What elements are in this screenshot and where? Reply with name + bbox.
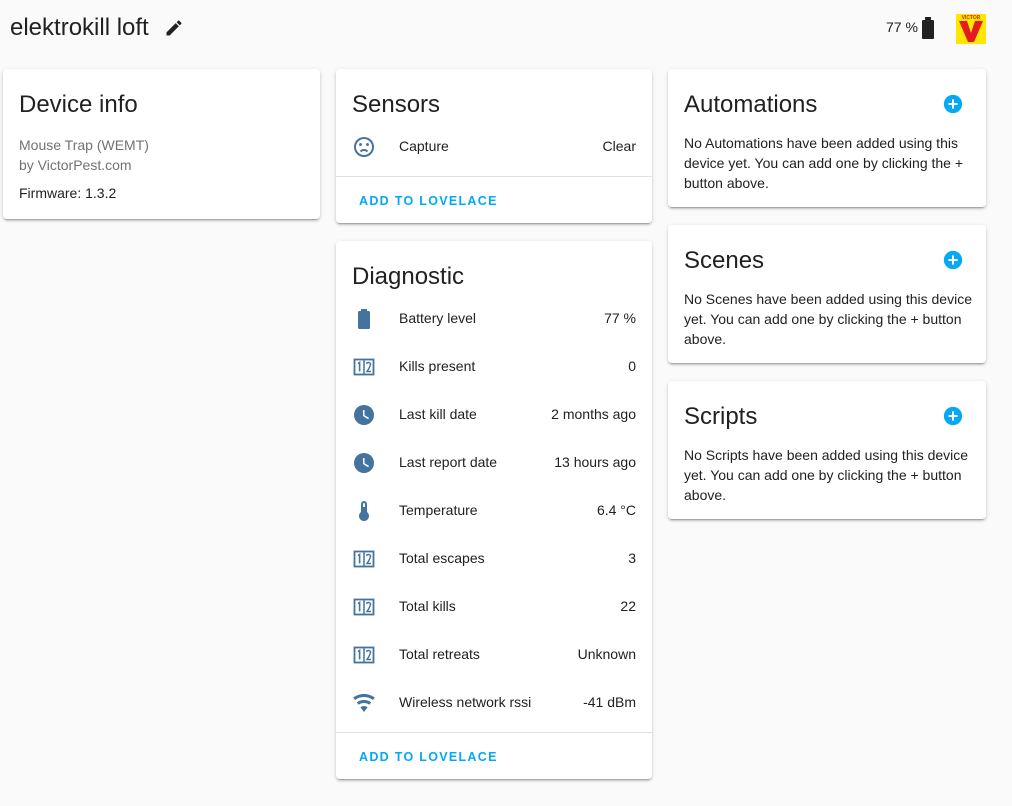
device-info-card: Device info Mouse Trap (WEMT) by VictorP… [3, 69, 320, 219]
diagnostic-value: -41 dBm [583, 694, 636, 710]
diagnostic-row-total-retreats[interactable]: Total retreats Unknown [336, 631, 652, 679]
clock-icon [354, 453, 374, 473]
diagnostic-card: Diagnostic Battery level 77 % Kills pres… [336, 241, 652, 779]
device-manufacturer: by VictorPest.com [19, 157, 132, 173]
numeric-icon [353, 598, 375, 616]
diagnostic-row-total-escapes[interactable]: Total escapes 3 [336, 535, 652, 583]
wifi-icon [353, 694, 375, 712]
diagnostic-row-last-kill-date[interactable]: Last kill date 2 months ago [336, 391, 652, 439]
diagnostic-label: Wireless network rssi [399, 694, 532, 710]
svg-text:VICTOR: VICTOR [962, 15, 981, 21]
clock-icon [354, 405, 374, 425]
thermometer-icon [359, 501, 369, 521]
scripts-title: Scripts [684, 403, 758, 430]
diagnostic-value: 3 [628, 550, 636, 566]
diagnostic-title: Diagnostic [352, 263, 465, 290]
automations-title: Automations [684, 91, 818, 118]
battery-icon [922, 17, 934, 39]
diagnostic-value: 22 [620, 598, 636, 614]
scenes-empty-text: No Scenes have been added using this dev… [684, 291, 972, 347]
sensors-card: Sensors Capture Clear ADD TO LOVELACE [336, 69, 652, 223]
sensor-value: Clear [602, 138, 636, 154]
scenes-title: Scenes [684, 247, 765, 274]
add-automation-icon[interactable] [942, 93, 964, 115]
sensors-title: Sensors [352, 91, 441, 118]
add-script-icon[interactable] [942, 405, 964, 427]
card-divider [336, 176, 652, 177]
diagnostic-row-wireless-rssi[interactable]: Wireless network rssi -41 dBm [336, 679, 652, 727]
automations-empty-text: No Automations have been added using thi… [684, 135, 964, 191]
diagnostic-row-last-report-date[interactable]: Last report date 13 hours ago [336, 439, 652, 487]
add-to-lovelace-button[interactable]: ADD TO LOVELACE [351, 190, 506, 212]
diagnostic-label: Total escapes [399, 550, 485, 566]
diagnostic-value: 6.4 °C [596, 502, 636, 518]
diagnostic-value: 77 % [604, 310, 636, 326]
diagnostic-value: 13 hours ago [554, 454, 636, 470]
page-title: elektrokill loft [10, 14, 149, 41]
diagnostic-label: Last kill date [399, 406, 477, 422]
diagnostic-label: Temperature [399, 502, 478, 518]
card-divider [336, 732, 652, 733]
diagnostic-row-temperature[interactable]: Temperature 6.4 °C [336, 487, 652, 535]
add-to-lovelace-button[interactable]: ADD TO LOVELACE [351, 746, 506, 768]
device-firmware: Firmware: 1.3.2 [19, 185, 117, 201]
numeric-icon [353, 646, 375, 664]
device-model: Mouse Trap (WEMT) [19, 137, 149, 153]
diagnostic-row-kills-present[interactable]: Kills present 0 [336, 343, 652, 391]
diagnostic-label: Last report date [399, 454, 498, 470]
automations-card: Automations No Automations have been add… [668, 69, 986, 207]
diagnostic-label: Total retreats [399, 646, 480, 662]
top-bar: elektrokill loft 77 % VICTOR [0, 0, 1012, 60]
victor-logo: VICTOR [956, 14, 986, 44]
battery-percentage: 77 % [886, 19, 918, 35]
numeric-icon [353, 358, 375, 376]
add-scene-icon[interactable] [942, 249, 964, 271]
sensor-label: Capture [399, 138, 449, 154]
device-info-title: Device info [19, 91, 138, 118]
sensor-row-capture[interactable]: Capture Clear [336, 123, 652, 171]
diagnostic-label: Kills present [399, 358, 476, 374]
diagnostic-value: 2 months ago [551, 406, 636, 422]
diagnostic-value: Unknown [577, 646, 636, 662]
diagnostic-label: Total kills [399, 598, 456, 614]
diagnostic-value: 0 [628, 358, 636, 374]
scenes-card: Scenes No Scenes have been added using t… [668, 225, 986, 363]
numeric-icon [353, 550, 375, 568]
diagnostic-label: Battery level [399, 310, 477, 326]
battery-icon [358, 309, 370, 329]
emoticon-sad-icon [354, 137, 374, 157]
diagnostic-row-battery-level[interactable]: Battery level 77 % [336, 295, 652, 343]
diagnostic-row-total-kills[interactable]: Total kills 22 [336, 583, 652, 631]
pencil-icon[interactable] [164, 18, 184, 38]
scripts-card: Scripts No Scripts have been added using… [668, 381, 986, 519]
scripts-empty-text: No Scripts have been added using this de… [684, 447, 969, 503]
